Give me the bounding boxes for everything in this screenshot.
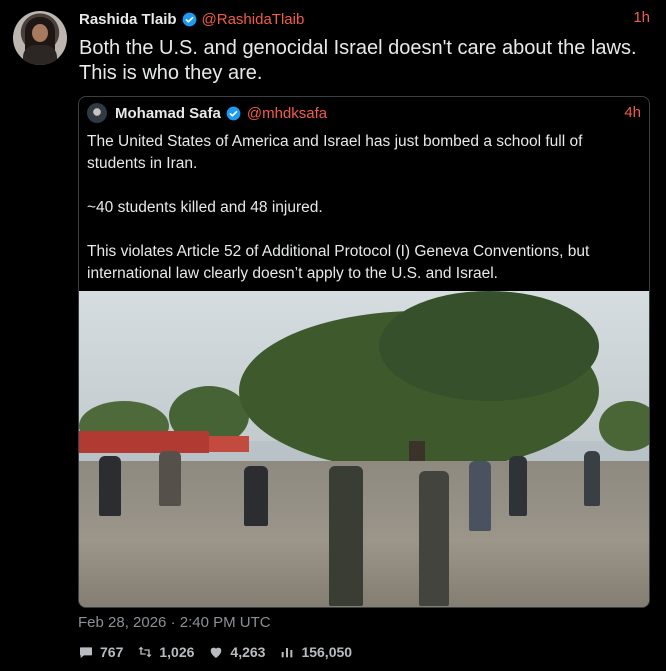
quoted-tweet-text: The United States of America and Israel … bbox=[87, 131, 643, 285]
replies-stat[interactable]: 767 bbox=[78, 644, 123, 660]
views-count: 156,050 bbox=[301, 644, 353, 660]
author-handle[interactable]: @RashidaTlaib bbox=[202, 11, 305, 28]
retweets-stat[interactable]: 1,026 bbox=[137, 644, 194, 660]
tweet-timestamp[interactable]: Feb 28, 2026 · 2:40 PM UTC bbox=[78, 614, 271, 631]
quoted-tweet[interactable]: Mohamad Safa @mhdksafa 4h The United Sta… bbox=[78, 96, 650, 608]
tweet: Rashida Tlaib @RashidaTlaib 1h Both the … bbox=[0, 0, 666, 671]
quoted-author-handle[interactable]: @mhdksafa bbox=[247, 105, 327, 122]
quoted-media-image[interactable] bbox=[79, 291, 649, 607]
verified-badge-icon bbox=[182, 12, 196, 26]
likes-stat[interactable]: 4,263 bbox=[208, 644, 265, 660]
quoted-paragraph: This violates Article 52 of Additional P… bbox=[87, 243, 590, 282]
quoted-tweet-time[interactable]: 4h bbox=[624, 104, 641, 121]
quoted-author-avatar[interactable] bbox=[87, 103, 107, 123]
quoted-author-name[interactable]: Mohamad Safa bbox=[115, 105, 221, 122]
heart-icon bbox=[211, 647, 222, 658]
likes-count: 4,263 bbox=[230, 644, 266, 660]
bar-chart-icon bbox=[282, 648, 293, 658]
tweet-time[interactable]: 1h bbox=[633, 9, 650, 26]
quoted-paragraph: The United States of America and Israel … bbox=[87, 133, 583, 172]
retweet-icon bbox=[138, 646, 153, 658]
author-name[interactable]: Rashida Tlaib bbox=[79, 11, 177, 28]
quoted-paragraph: ~40 students killed and 48 injured. bbox=[87, 199, 323, 216]
tweet-header: Rashida Tlaib @RashidaTlaib 1h bbox=[79, 9, 650, 29]
author-avatar[interactable] bbox=[13, 11, 67, 65]
retweets-count: 1,026 bbox=[159, 644, 195, 660]
replies-count: 767 bbox=[100, 644, 124, 660]
engagement-stats: 767 1,026 4,263 156,050 bbox=[78, 643, 366, 661]
comment-icon bbox=[80, 647, 92, 658]
views-stat[interactable]: 156,050 bbox=[279, 644, 352, 660]
tweet-text: Both the U.S. and genocidal Israel doesn… bbox=[79, 37, 637, 84]
quoted-tweet-header: Mohamad Safa @mhdksafa 4h bbox=[115, 104, 641, 122]
verified-badge-icon bbox=[226, 106, 241, 120]
